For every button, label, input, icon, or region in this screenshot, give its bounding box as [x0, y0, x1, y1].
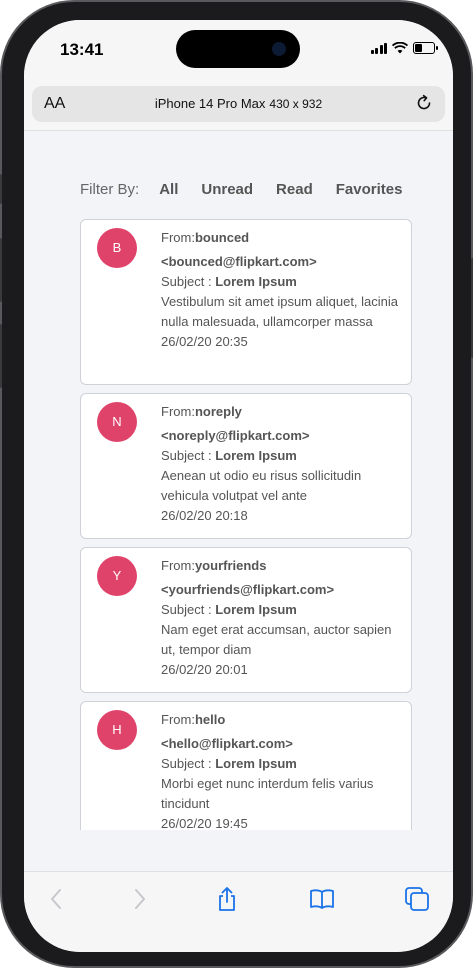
from-prefix: From:: [161, 230, 195, 245]
reload-icon[interactable]: [415, 94, 433, 112]
from-name: noreply: [194, 404, 242, 419]
back-icon[interactable]: [44, 886, 70, 912]
address-bar[interactable]: AA iPhone 14 Pro Max 430 x 932: [32, 86, 445, 122]
email-body: From:yourfriends <yourfriends@flipkart.c…: [161, 556, 401, 680]
avatar: B: [97, 228, 137, 268]
tabs-icon[interactable]: [404, 886, 430, 912]
filter-bar: Filter By: All Unread Read Favorites: [80, 181, 402, 198]
action-button: [0, 174, 2, 204]
from-prefix: From:: [161, 558, 195, 573]
subject-line: Subject : Lorem Ipsum: [161, 446, 401, 466]
subject-line: Subject : Lorem Ipsum: [161, 754, 401, 774]
device-name: iPhone 14 Pro Max: [154, 96, 266, 111]
avatar: Y: [97, 556, 137, 596]
from-prefix: From:: [161, 404, 195, 419]
subject: Lorem Ipsum: [215, 448, 297, 463]
status-icons: [370, 42, 438, 54]
filter-all[interactable]: All: [159, 181, 178, 198]
from-email: <bounced@flipkart.com>: [161, 254, 317, 269]
browser-bar: AA iPhone 14 Pro Max 430 x 932: [24, 82, 453, 131]
signal-icon: [370, 42, 387, 54]
from-email: <noreply@flipkart.com>: [161, 428, 310, 443]
email-body: From:hello <hello@flipkart.com> Subject …: [161, 710, 401, 830]
device-dims: 430 x 932: [269, 97, 323, 111]
battery-icon: [413, 42, 438, 54]
filter-read[interactable]: Read: [276, 181, 313, 198]
from-line: From:noreply: [161, 402, 401, 422]
dynamic-island: [176, 30, 300, 68]
status-bar: 13:41: [24, 20, 453, 82]
subject-prefix: Subject :: [161, 602, 216, 617]
email-card[interactable]: Y From:yourfriends <yourfriends@flipkart…: [80, 547, 412, 693]
email-body: From:bounced <bounced@flipkart.com> Subj…: [161, 228, 401, 352]
email-snippet: Morbi eget nunc interdum felis varius ti…: [161, 776, 374, 811]
email-card[interactable]: H From:hello <hello@flipkart.com> Subjec…: [80, 701, 412, 830]
subject-line: Subject : Lorem Ipsum: [161, 272, 401, 292]
from-name: bounced: [194, 230, 250, 245]
subject: Lorem Ipsum: [215, 756, 297, 771]
filter-favorites[interactable]: Favorites: [336, 181, 403, 198]
from-prefix: From:: [161, 712, 195, 727]
forward-icon[interactable]: [126, 886, 152, 912]
subject: Lorem Ipsum: [215, 274, 297, 289]
from-name: hello: [194, 712, 226, 727]
subject: Lorem Ipsum: [215, 602, 297, 617]
filter-label: Filter By:: [80, 181, 140, 198]
email-snippet: Nam eget erat accumsan, auctor sapien ut…: [161, 622, 392, 657]
camera-icon: [272, 42, 286, 56]
subject-prefix: Subject :: [161, 274, 216, 289]
wifi-icon: [392, 42, 408, 54]
from-line: From:bounced: [161, 228, 401, 248]
share-icon[interactable]: [214, 886, 240, 912]
volume-up-button: [0, 238, 2, 302]
from-email: <yourfriends@flipkart.com>: [161, 582, 335, 597]
email-list: B From:bounced <bounced@flipkart.com> Su…: [80, 219, 414, 830]
status-time: 13:41: [60, 40, 104, 59]
email-date: 26/02/20 19:45: [161, 816, 248, 830]
device-frame: 13:41 AA iPhone 14 Pro Max 430 x 932 Fil…: [0, 0, 473, 968]
avatar: H: [97, 710, 137, 750]
email-card[interactable]: N From:noreply <noreply@flipkart.com> Su…: [80, 393, 412, 539]
filter-unread[interactable]: Unread: [201, 181, 253, 198]
email-snippet: Vestibulum sit amet ipsum aliquet, lacin…: [161, 294, 399, 329]
subject-prefix: Subject :: [161, 756, 216, 771]
subject-line: Subject : Lorem Ipsum: [161, 600, 401, 620]
page-content: Filter By: All Unread Read Favorites B F…: [24, 131, 453, 830]
from-email: <hello@flipkart.com>: [161, 736, 293, 751]
bookmarks-icon[interactable]: [309, 886, 335, 912]
email-date: 26/02/20 20:18: [161, 508, 248, 523]
browser-toolbar: [24, 871, 453, 952]
from-line: From:hello: [161, 710, 401, 730]
email-date: 26/02/20 20:01: [161, 662, 248, 677]
avatar: N: [97, 402, 137, 442]
from-name: yourfriends: [194, 558, 267, 573]
email-card[interactable]: B From:bounced <bounced@flipkart.com> Su…: [80, 219, 412, 385]
page-title: iPhone 14 Pro Max 430 x 932: [32, 96, 445, 111]
subject-prefix: Subject :: [161, 448, 216, 463]
email-snippet: Aenean ut odio eu risus sollicitudin veh…: [161, 468, 362, 503]
volume-down-button: [0, 324, 2, 388]
from-line: From:yourfriends: [161, 556, 401, 576]
screen: 13:41 AA iPhone 14 Pro Max 430 x 932 Fil…: [24, 20, 453, 952]
email-body: From:noreply <noreply@flipkart.com> Subj…: [161, 402, 401, 526]
email-date: 26/02/20 20:35: [161, 334, 248, 349]
